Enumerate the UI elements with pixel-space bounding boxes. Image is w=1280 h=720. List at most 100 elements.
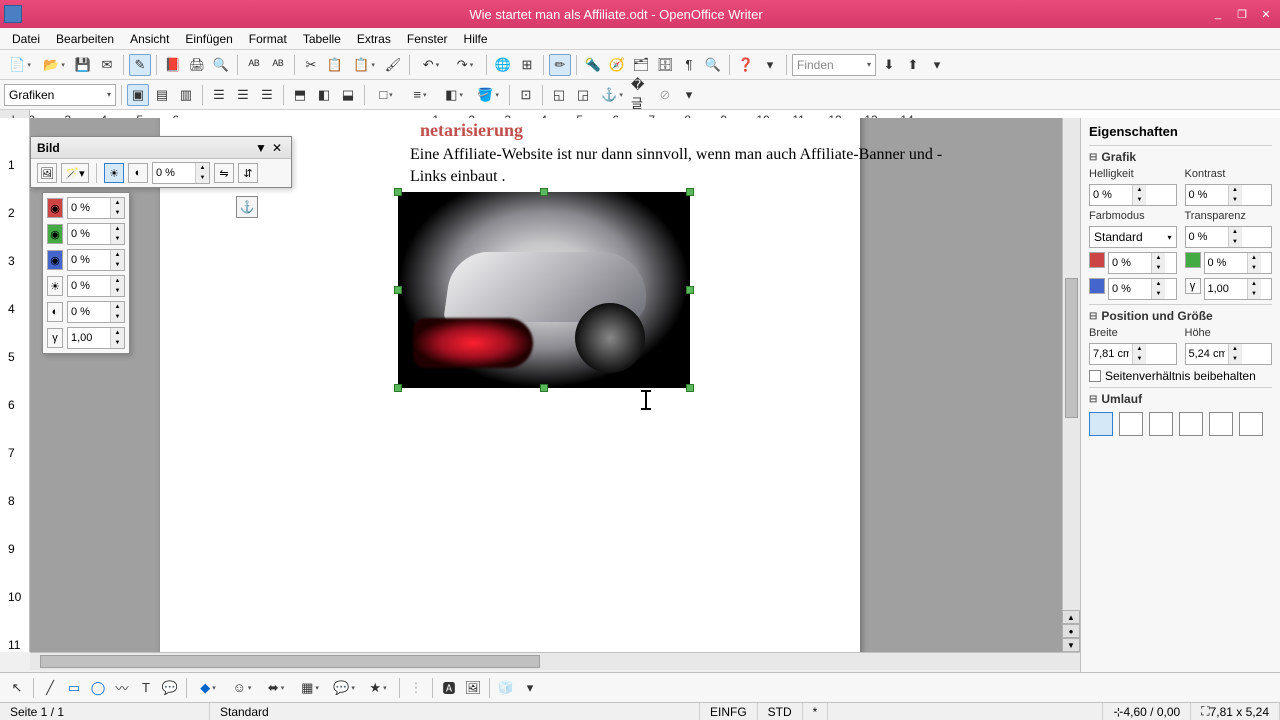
ratio-checkbox-row[interactable]: Seitenverhältnis beibehalten [1089, 369, 1272, 383]
spellcheck-button[interactable]: ᴬᴮ [243, 54, 265, 76]
contrast-spin[interactable]: ▲▼ [67, 301, 125, 323]
transparenz-spin[interactable]: ▲▼ [1185, 226, 1273, 248]
arrows-tool[interactable]: ⬌ [260, 677, 292, 699]
find-overflow[interactable]: ▾ [926, 54, 948, 76]
align-center-button[interactable]: ☰ [232, 84, 254, 106]
link-frame-button[interactable]: �글 [630, 84, 652, 106]
ratio-checkbox[interactable] [1089, 370, 1101, 382]
hyperlink-button[interactable]: 🌐 [492, 54, 514, 76]
pdf-button[interactable]: 📕 [162, 54, 184, 76]
paste-button[interactable]: 📋 [348, 54, 380, 76]
bring-front-button[interactable]: ◱ [548, 84, 570, 106]
zoom-button[interactable]: 🔍 [702, 54, 724, 76]
kontrast-spin[interactable]: ▲▼ [1185, 184, 1273, 206]
from-file-tool[interactable]: 🖼 [462, 677, 484, 699]
wrap-through-button[interactable] [1209, 412, 1233, 436]
document-canvas[interactable]: netarisierung Eine Affiliate-Website ist… [30, 118, 1080, 652]
print-button[interactable]: 🖨 [186, 54, 208, 76]
resize-handle-bl[interactable] [394, 384, 402, 392]
unlink-frame-button[interactable]: ⊘ [654, 84, 676, 106]
image-panel-titlebar[interactable]: Bild ▼ ✕ [31, 137, 291, 159]
resize-handle-tr[interactable] [686, 188, 694, 196]
vscroll-thumb[interactable] [1065, 278, 1078, 418]
vertical-ruler[interactable]: 1234567891011 [0, 118, 30, 652]
area-button[interactable]: 🪣 [472, 84, 504, 106]
find-down-button[interactable]: ⬇ [878, 54, 900, 76]
crop-button[interactable]: ◐ [128, 163, 148, 183]
close-button[interactable]: ✕ [1256, 6, 1276, 22]
status-einfg[interactable]: EINFG [700, 703, 758, 720]
extrusion-tool[interactable]: 🧊 [495, 677, 517, 699]
bright-spin[interactable]: ▲▼ [67, 275, 125, 297]
position-section-head[interactable]: Position und Größe [1089, 309, 1272, 323]
vertical-scrollbar[interactable]: ▲ ● ▼ [1062, 118, 1080, 652]
navigator-button[interactable]: 🧭 [606, 54, 628, 76]
datasources-button[interactable]: 🗄 [654, 54, 676, 76]
menu-einfuegen[interactable]: Einfügen [177, 29, 240, 49]
middle-button[interactable]: ◧ [313, 84, 335, 106]
helligkeit-spin[interactable]: ▲▼ [1089, 184, 1177, 206]
wrap-through-button[interactable]: ▥ [175, 84, 197, 106]
top-button[interactable]: ⬒ [289, 84, 311, 106]
menu-extras[interactable]: Extras [349, 29, 399, 49]
find-combo[interactable]: Finden [792, 54, 876, 76]
wrap-none-button[interactable] [1089, 412, 1113, 436]
anchor-icon[interactable]: ⚓ [236, 196, 258, 218]
hscroll-thumb[interactable] [40, 655, 540, 668]
preview-button[interactable]: 🔍 [210, 54, 232, 76]
menu-ansicht[interactable]: Ansicht [122, 29, 177, 49]
ellipse-tool[interactable]: ◯ [87, 677, 109, 699]
blue-spin[interactable]: ▲▼ [67, 249, 125, 271]
status-page[interactable]: Seite 1 / 1 [0, 703, 210, 720]
filter-button[interactable]: 🖼 [37, 163, 57, 183]
sb-red-spin[interactable]: ▲▼ [1108, 252, 1177, 274]
callouts-tool[interactable]: 💬 [328, 677, 360, 699]
menu-bearbeiten[interactable]: Bearbeiten [48, 29, 122, 49]
minimize-button[interactable]: _ [1208, 6, 1228, 22]
copy-button[interactable]: 📋 [324, 54, 346, 76]
green-spin[interactable]: ▲▼ [67, 223, 125, 245]
resize-handle-br[interactable] [686, 384, 694, 392]
nav-object-button[interactable]: ● [1062, 624, 1080, 638]
menu-format[interactable]: Format [241, 29, 295, 49]
undo-button[interactable]: ↶ [415, 54, 447, 76]
align-left-button[interactable]: ☰ [208, 84, 230, 106]
maximize-button[interactable]: ❐ [1232, 6, 1252, 22]
status-std[interactable]: STD [758, 703, 803, 720]
panel-menu-button[interactable]: ▼ [253, 141, 269, 155]
align-right-button[interactable]: ☰ [256, 84, 278, 106]
sb-blue-spin[interactable]: ▲▼ [1108, 278, 1177, 300]
save-button[interactable]: 💾 [72, 54, 94, 76]
scroll-down-button[interactable]: ▼ [1062, 638, 1080, 652]
gamma-spin[interactable]: ▲▼ [67, 327, 125, 349]
basic-shapes-tool[interactable]: ◆ [192, 677, 224, 699]
flip-v-button[interactable]: ⇵ [238, 163, 258, 183]
resize-handle-tl[interactable] [394, 188, 402, 196]
toolbar-overflow[interactable]: ▾ [759, 54, 781, 76]
symbol-shapes-tool[interactable]: ☺ [226, 677, 258, 699]
selected-image[interactable] [398, 192, 690, 388]
farbmodus-combo[interactable]: Standard [1089, 226, 1177, 248]
show-draw-button[interactable]: ✏ [549, 54, 571, 76]
horizontal-scrollbar[interactable] [30, 652, 1080, 670]
breite-spin[interactable]: ▲▼ [1089, 343, 1177, 365]
resize-handle-tm[interactable] [540, 188, 548, 196]
status-style[interactable]: Standard [210, 703, 700, 720]
color-adjust-panel[interactable]: ◉▲▼ ◉▲▼ ◉▲▼ ☀▲▼ ◐▲▼ γ▲▼ [42, 192, 130, 354]
menu-datei[interactable]: Datei [4, 29, 48, 49]
flowchart-tool[interactable]: ▦ [294, 677, 326, 699]
stars-tool[interactable]: ★ [362, 677, 394, 699]
find-up-button[interactable]: ⬆ [902, 54, 924, 76]
wrap-optimal-button[interactable] [1239, 412, 1263, 436]
draw-overflow[interactable]: ▾ [519, 677, 541, 699]
gallery-button[interactable]: 🗂 [630, 54, 652, 76]
resize-handle-mr[interactable] [686, 286, 694, 294]
format-overflow[interactable]: ▾ [678, 84, 700, 106]
border-button[interactable]: □ [370, 84, 402, 106]
border-style-button[interactable]: ≡ [404, 84, 436, 106]
scroll-up-button[interactable]: ▲ [1062, 610, 1080, 624]
cut-button[interactable]: ✂ [300, 54, 322, 76]
freeform-tool[interactable]: 〰 [111, 677, 133, 699]
menu-fenster[interactable]: Fenster [399, 29, 456, 49]
find-replace-button[interactable]: 🔦 [582, 54, 604, 76]
